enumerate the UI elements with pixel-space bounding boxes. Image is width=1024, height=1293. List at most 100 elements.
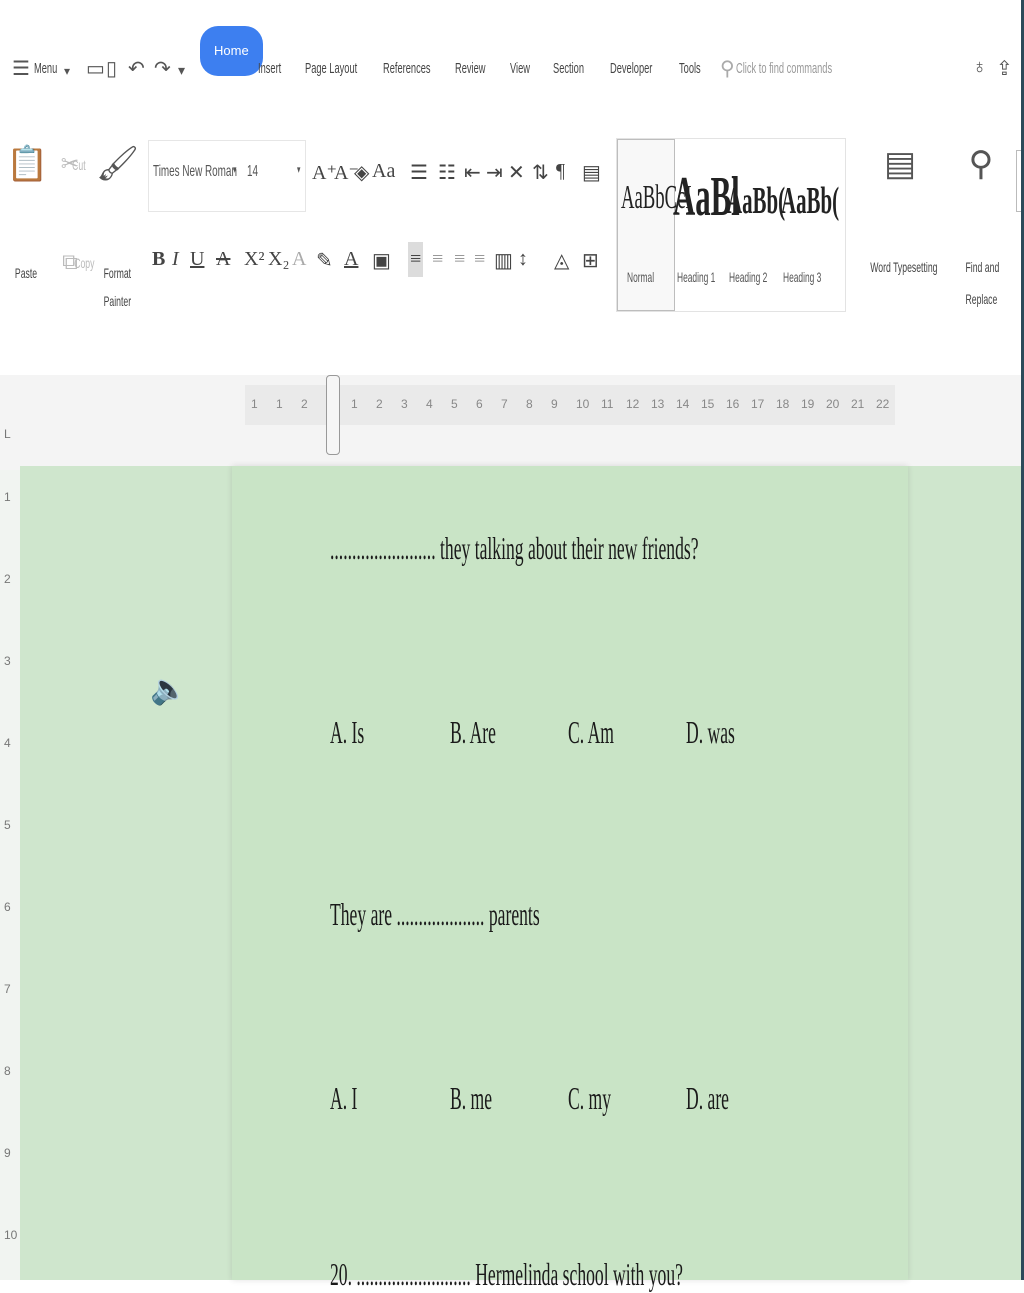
vruler-tick: 3	[4, 654, 11, 668]
tab-tools[interactable]: Tools	[679, 52, 701, 86]
tab-view[interactable]: View	[510, 52, 530, 86]
underline-icon[interactable]: U	[190, 248, 204, 271]
ruler-tick: 16	[726, 397, 740, 411]
style-name-normal: Normal	[627, 269, 655, 285]
change-case-icon[interactable]: Aa	[372, 160, 395, 183]
ruler-tick: 7	[501, 397, 508, 411]
clear-format-icon[interactable]: ◈	[354, 160, 369, 185]
tab-developer[interactable]: Developer	[610, 52, 652, 86]
find-commands-input[interactable]: Click to find commands	[736, 52, 832, 86]
line-spacing-icon[interactable]: ↕	[518, 248, 528, 271]
numbering-icon[interactable]: ☷	[438, 160, 456, 185]
font-size-value[interactable]: 14	[247, 163, 258, 181]
ruler-tick: 11	[601, 397, 614, 411]
document-canvas[interactable]: 🔈 ........................ they talking …	[20, 466, 1024, 1292]
document-page[interactable]: ........................ they talking ab…	[232, 466, 908, 1292]
tab-review[interactable]: Review	[455, 52, 485, 86]
q1-option-b: B. Are	[450, 714, 496, 750]
format-painter-button[interactable]: 🖌 Format Painter	[96, 144, 139, 310]
table-icon[interactable]: ▤	[582, 160, 601, 185]
cut-button[interactable]: ✂ Cut	[48, 144, 92, 184]
sort-icon[interactable]: ⇅	[532, 160, 549, 185]
cut-label: Cut	[72, 157, 86, 173]
magnifier-icon: ⚲	[968, 145, 994, 183]
ruler-tick: 10	[576, 397, 590, 411]
undo-icon[interactable]: ↶	[128, 56, 145, 81]
chevron-down-icon[interactable]: ▾	[64, 64, 70, 78]
tab-section[interactable]: Section	[553, 52, 584, 86]
bullets-icon[interactable]: ☰	[410, 160, 428, 185]
ruler-tick: 3	[401, 397, 408, 411]
copy-button[interactable]: ⧉ Copy	[48, 242, 95, 282]
hamburger-icon[interactable]: ☰	[12, 56, 30, 81]
new-document-icon[interactable]: ▭	[86, 56, 105, 81]
ruler-tick: 14	[676, 397, 690, 411]
tab-page-layout[interactable]: Page Layout	[305, 52, 357, 86]
ruler-tick: 18	[776, 397, 790, 411]
subscript-icon[interactable]: X₂	[268, 248, 289, 271]
tab-home[interactable]: Home	[200, 26, 263, 76]
horizontal-ruler[interactable]: 112112345678910111213141516171819202122	[245, 385, 895, 425]
justify-icon[interactable]: ≡	[474, 248, 485, 271]
style-name-heading-2: Heading 2	[729, 269, 768, 285]
indent-marker[interactable]	[326, 375, 340, 455]
speaker-icon[interactable]: 🔈	[150, 672, 187, 707]
increase-indent-icon[interactable]: ⇥	[486, 160, 503, 185]
q2-option-a: A. I	[330, 1080, 358, 1116]
ruler-tick: 21	[851, 397, 865, 411]
superscript-icon[interactable]: X²	[244, 248, 264, 271]
style-normal-selected[interactable]	[617, 139, 675, 311]
word-typesetting-button[interactable]: ▤ Word Typesetting	[852, 144, 948, 276]
strikethrough-icon[interactable]: A	[216, 248, 230, 271]
distributed-icon[interactable]: ▥	[494, 248, 513, 273]
q2-option-b: B. me	[450, 1080, 493, 1116]
menu-button[interactable]: Menu	[34, 52, 57, 86]
decrease-indent-icon[interactable]: ⇤	[464, 160, 481, 185]
bold-icon[interactable]: B	[152, 248, 165, 271]
save-icon[interactable]: ▯	[106, 56, 117, 81]
styles-gallery[interactable]: AaBbCcI AaBl AaBb( AaBb( Normal Heading …	[616, 138, 846, 312]
ruler-tick: 22	[876, 397, 890, 411]
redo-icon[interactable]: ↷	[154, 56, 171, 81]
highlight-icon[interactable]: ✎	[316, 248, 333, 273]
question-3-text: 20. .......................... Hermelind…	[330, 1256, 683, 1292]
shading-icon[interactable]: ◬	[554, 248, 569, 273]
borders-icon[interactable]: ⊞	[582, 248, 599, 273]
font-family-select[interactable]: Times New Roman ▾ 14 ▾	[148, 140, 306, 212]
typesetting-icon: ▤	[883, 145, 917, 183]
ruler-tick: 5	[451, 397, 458, 411]
vruler-tick: 8	[4, 1064, 11, 1078]
text-effect-icon[interactable]: A	[292, 248, 306, 271]
ribbon-home: 📋 Paste ✂ Cut ⧉ Copy 🖌 Format Painter Ti…	[0, 130, 1024, 375]
tab-stop-selector-icon[interactable]: L	[4, 427, 11, 441]
paste-label: Paste	[14, 265, 38, 281]
menu-bar: ☰ Menu ▾ ▭ ▯ ↶ ↷ ▾ Home Insert Page Layo…	[0, 0, 1024, 130]
vertical-ruler[interactable]: 1 2 3 4 5 6 7 8 9 10	[0, 470, 20, 1280]
chinese-layout-icon[interactable]: ✕	[508, 160, 525, 185]
align-left-icon[interactable]: ≡	[408, 242, 424, 277]
copy-label: Copy	[74, 255, 95, 271]
paste-button[interactable]: 📋 Paste	[6, 144, 48, 282]
lock-icon[interactable]: ♁	[972, 56, 987, 79]
align-right-icon[interactable]: ≡	[454, 248, 465, 271]
show-marks-icon[interactable]: ¶	[556, 160, 565, 183]
tab-references[interactable]: References	[383, 52, 431, 86]
ruler-area: 112112345678910111213141516171819202122 …	[0, 375, 1024, 470]
font-color-icon[interactable]: A	[344, 248, 358, 271]
format-painter-label-2: Painter	[103, 293, 132, 309]
align-center-icon[interactable]: ≡	[432, 248, 443, 271]
q1-option-a: A. Is	[330, 714, 365, 750]
ruler-tick: 2	[301, 397, 308, 411]
chevron-down-icon: ▾	[297, 164, 301, 176]
customize-quick-access-icon[interactable]: ▾	[178, 62, 185, 79]
tab-insert[interactable]: Insert	[258, 52, 281, 86]
question-2-text: They are .................... parents	[330, 896, 540, 932]
style-preview-heading-3: AaBb(	[781, 180, 840, 222]
vruler-tick: 1	[4, 490, 11, 504]
find-replace-button[interactable]: ⚲ Find and Replace	[956, 144, 1006, 308]
ruler-tick: 1	[251, 397, 258, 411]
italic-icon[interactable]: I	[172, 248, 179, 271]
style-name-heading-1: Heading 1	[677, 269, 716, 285]
share-icon[interactable]: ⇪	[996, 56, 1013, 81]
character-border-icon[interactable]: ▣	[372, 248, 391, 273]
